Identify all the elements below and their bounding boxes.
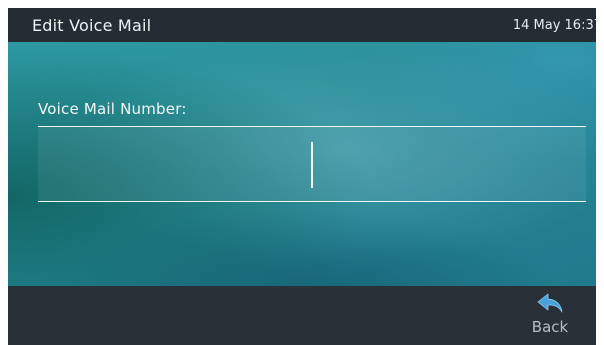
back-label: Back — [531, 318, 569, 336]
content-area: Voice Mail Number: — [8, 42, 596, 286]
back-button[interactable]: Back — [522, 290, 578, 342]
text-cursor — [311, 142, 313, 188]
phone-screen: Edit Voice Mail 14 May 16:37 Voice Mail … — [8, 8, 596, 345]
datetime: 14 May 16:37 — [512, 18, 596, 33]
voicemail-number-input[interactable] — [38, 126, 586, 202]
title-bar: Edit Voice Mail 14 May 16:37 — [8, 8, 596, 42]
voicemail-number-label: Voice Mail Number: — [38, 100, 187, 118]
screen-title: Edit Voice Mail — [32, 16, 152, 35]
softkey-bar: Back — [8, 286, 596, 345]
back-arrow-icon — [537, 293, 563, 313]
